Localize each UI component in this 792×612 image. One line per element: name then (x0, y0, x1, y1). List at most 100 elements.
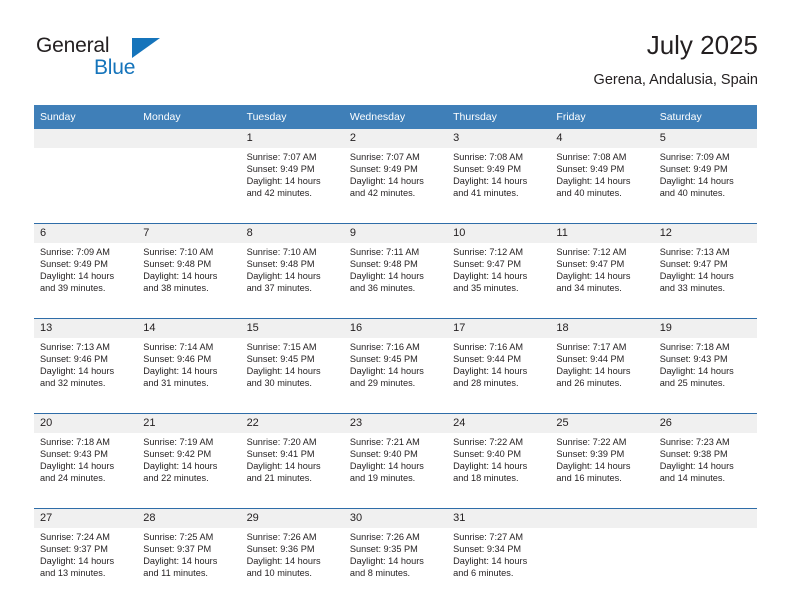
weekday-header-friday: Friday (550, 105, 654, 129)
day-info-line: Daylight: 14 hours (40, 271, 115, 282)
day-cell-31[interactable]: Sunrise: 7:27 AM Sunset: 9:34 PM Daylight:… (447, 528, 551, 603)
day-number-9[interactable]: 9 (343, 224, 448, 243)
day-cell-11[interactable]: Sunrise: 7:12 AM Sunset: 9:47 PM Daylight:… (550, 243, 654, 318)
day-info-line: and 40 minutes. (556, 188, 622, 199)
day-info-line: Sunrise: 7:19 AM (143, 437, 214, 447)
day-info-line: Sunrise: 7:09 AM (659, 152, 730, 162)
day-number-13[interactable]: 13 (34, 319, 138, 338)
day-number-2[interactable]: 2 (343, 129, 448, 148)
day-number-19[interactable]: 19 (653, 319, 757, 338)
day-number-6[interactable]: 6 (34, 224, 138, 243)
day-info-line: Sunset: 9:38 PM (659, 449, 728, 460)
day-cell-20[interactable]: Sunrise: 7:18 AM Sunset: 9:43 PM Daylight:… (34, 433, 138, 508)
day-cell-3[interactable]: Sunrise: 7:08 AM Sunset: 9:49 PM Daylight:… (447, 148, 551, 223)
day-cell-4[interactable]: Sunrise: 7:08 AM Sunset: 9:49 PM Daylight:… (550, 148, 654, 223)
day-number-11[interactable]: 11 (550, 224, 654, 243)
day-cell-25[interactable]: Sunrise: 7:22 AM Sunset: 9:39 PM Daylight:… (550, 433, 654, 508)
day-number-24[interactable]: 24 (447, 414, 551, 433)
day-info-line: and 30 minutes. (246, 378, 312, 389)
day-cell-17[interactable]: Sunrise: 7:16 AM Sunset: 9:44 PM Daylight:… (447, 338, 551, 413)
day-number-10[interactable]: 10 (447, 224, 551, 243)
day-cell-8[interactable]: Sunrise: 7:10 AM Sunset: 9:48 PM Daylight:… (240, 243, 344, 318)
day-number-21[interactable]: 21 (137, 414, 241, 433)
day-info-line: Sunset: 9:39 PM (556, 449, 625, 460)
day-cell-22[interactable]: Sunrise: 7:20 AM Sunset: 9:41 PM Daylight:… (240, 433, 344, 508)
day-number-row: 27 28 29 30 31 (34, 509, 757, 528)
day-number-22[interactable]: 22 (240, 414, 344, 433)
day-info-line: Sunset: 9:43 PM (40, 449, 108, 460)
day-number-26[interactable]: 26 (653, 414, 757, 433)
day-cell-12[interactable]: Sunrise: 7:13 AM Sunset: 9:47 PM Daylight:… (653, 243, 757, 318)
day-info-line: Sunset: 9:49 PM (349, 164, 418, 175)
day-number-3[interactable]: 3 (447, 129, 551, 148)
day-number-12[interactable]: 12 (653, 224, 757, 243)
day-cell-9[interactable]: Sunrise: 7:11 AM Sunset: 9:48 PM Daylight:… (343, 243, 448, 318)
day-info-line: Sunset: 9:49 PM (659, 164, 728, 175)
day-cell-14[interactable]: Sunrise: 7:14 AM Sunset: 9:46 PM Daylight:… (137, 338, 241, 413)
day-cell-18[interactable]: Sunrise: 7:17 AM Sunset: 9:44 PM Daylight:… (550, 338, 654, 413)
day-number-18[interactable]: 18 (550, 319, 654, 338)
day-number-23[interactable]: 23 (343, 414, 448, 433)
day-number-15[interactable]: 15 (240, 319, 344, 338)
day-number-row: 13 14 15 16 17 18 19 (34, 319, 757, 338)
day-number-empty (137, 129, 241, 148)
day-number-8[interactable]: 8 (240, 224, 344, 243)
day-info-line: Sunrise: 7:07 AM (349, 152, 420, 162)
day-cell-26[interactable]: Sunrise: 7:23 AM Sunset: 9:38 PM Daylight:… (653, 433, 757, 508)
day-cell-23[interactable]: Sunrise: 7:21 AM Sunset: 9:40 PM Daylight:… (343, 433, 448, 508)
day-number-14[interactable]: 14 (137, 319, 241, 338)
day-number-31[interactable]: 31 (447, 509, 551, 528)
day-cell-5[interactable]: Sunrise: 7:09 AM Sunset: 9:49 PM Daylight:… (653, 148, 757, 223)
day-number-20[interactable]: 20 (34, 414, 138, 433)
day-info-line: Sunset: 9:41 PM (246, 449, 315, 460)
day-cell-19[interactable]: Sunrise: 7:18 AM Sunset: 9:43 PM Daylight:… (653, 338, 757, 413)
day-info-line: Sunset: 9:46 PM (40, 354, 108, 365)
day-info-line: Sunset: 9:48 PM (349, 259, 418, 270)
day-number-row: 6 7 8 9 10 11 12 (34, 224, 757, 243)
day-cell-27[interactable]: Sunrise: 7:24 AM Sunset: 9:37 PM Daylight:… (34, 528, 138, 603)
day-cell-6[interactable]: Sunrise: 7:09 AM Sunset: 9:49 PM Daylight:… (34, 243, 138, 318)
day-number-16[interactable]: 16 (343, 319, 448, 338)
day-cell-2[interactable]: Sunrise: 7:07 AM Sunset: 9:49 PM Daylight:… (343, 148, 448, 223)
page-header: General Blue July 2025 Gerena, Andalusia… (34, 30, 758, 100)
day-cell-7[interactable]: Sunrise: 7:10 AM Sunset: 9:48 PM Daylight:… (137, 243, 241, 318)
day-info-line: Daylight: 14 hours (349, 176, 424, 187)
day-number-30[interactable]: 30 (343, 509, 448, 528)
day-info-line: Sunrise: 7:11 AM (349, 247, 420, 257)
day-info-line: Daylight: 14 hours (556, 271, 631, 282)
day-info-line: Sunrise: 7:23 AM (659, 437, 730, 447)
day-info-line: Sunrise: 7:16 AM (349, 342, 420, 352)
day-number-25[interactable]: 25 (550, 414, 654, 433)
day-number-29[interactable]: 29 (240, 509, 344, 528)
day-number-5[interactable]: 5 (653, 129, 757, 148)
day-cell-10[interactable]: Sunrise: 7:12 AM Sunset: 9:47 PM Daylight:… (447, 243, 551, 318)
day-number-28[interactable]: 28 (137, 509, 241, 528)
day-cell-1[interactable]: Sunrise: 7:07 AM Sunset: 9:49 PM Daylight:… (240, 148, 344, 223)
day-info-line: and 22 minutes. (143, 473, 209, 484)
day-info-line: and 8 minutes. (349, 568, 411, 579)
day-info-line: Sunset: 9:42 PM (143, 449, 212, 460)
day-number-27[interactable]: 27 (34, 509, 138, 528)
day-info-line: Sunrise: 7:09 AM (40, 247, 110, 257)
day-cell-16[interactable]: Sunrise: 7:16 AM Sunset: 9:45 PM Daylight:… (343, 338, 448, 413)
day-info-line: Sunrise: 7:20 AM (246, 437, 317, 447)
day-info-line: Sunrise: 7:12 AM (556, 247, 627, 257)
day-cell-15[interactable]: Sunrise: 7:15 AM Sunset: 9:45 PM Daylight:… (240, 338, 344, 413)
day-info-line: Daylight: 14 hours (349, 271, 424, 282)
day-info-line: Sunrise: 7:13 AM (40, 342, 110, 352)
day-cell-13[interactable]: Sunrise: 7:13 AM Sunset: 9:46 PM Daylight:… (34, 338, 138, 413)
day-cell-21[interactable]: Sunrise: 7:19 AM Sunset: 9:42 PM Daylight:… (137, 433, 241, 508)
day-cell-28[interactable]: Sunrise: 7:25 AM Sunset: 9:37 PM Daylight:… (137, 528, 241, 603)
day-info-line: Daylight: 14 hours (659, 366, 734, 377)
day-info-line: Sunset: 9:44 PM (453, 354, 522, 365)
day-number-7[interactable]: 7 (137, 224, 241, 243)
day-number-4[interactable]: 4 (550, 129, 654, 148)
day-cell-24[interactable]: Sunrise: 7:22 AM Sunset: 9:40 PM Daylight:… (447, 433, 551, 508)
day-cell-29[interactable]: Sunrise: 7:26 AM Sunset: 9:36 PM Daylight:… (240, 528, 344, 603)
day-info-line: Daylight: 14 hours (143, 461, 218, 472)
day-number-1[interactable]: 1 (240, 129, 344, 148)
day-info-line: Daylight: 14 hours (349, 366, 424, 377)
day-number-17[interactable]: 17 (447, 319, 551, 338)
day-info-line: Daylight: 14 hours (453, 176, 528, 187)
day-cell-30[interactable]: Sunrise: 7:26 AM Sunset: 9:35 PM Daylight:… (343, 528, 448, 603)
